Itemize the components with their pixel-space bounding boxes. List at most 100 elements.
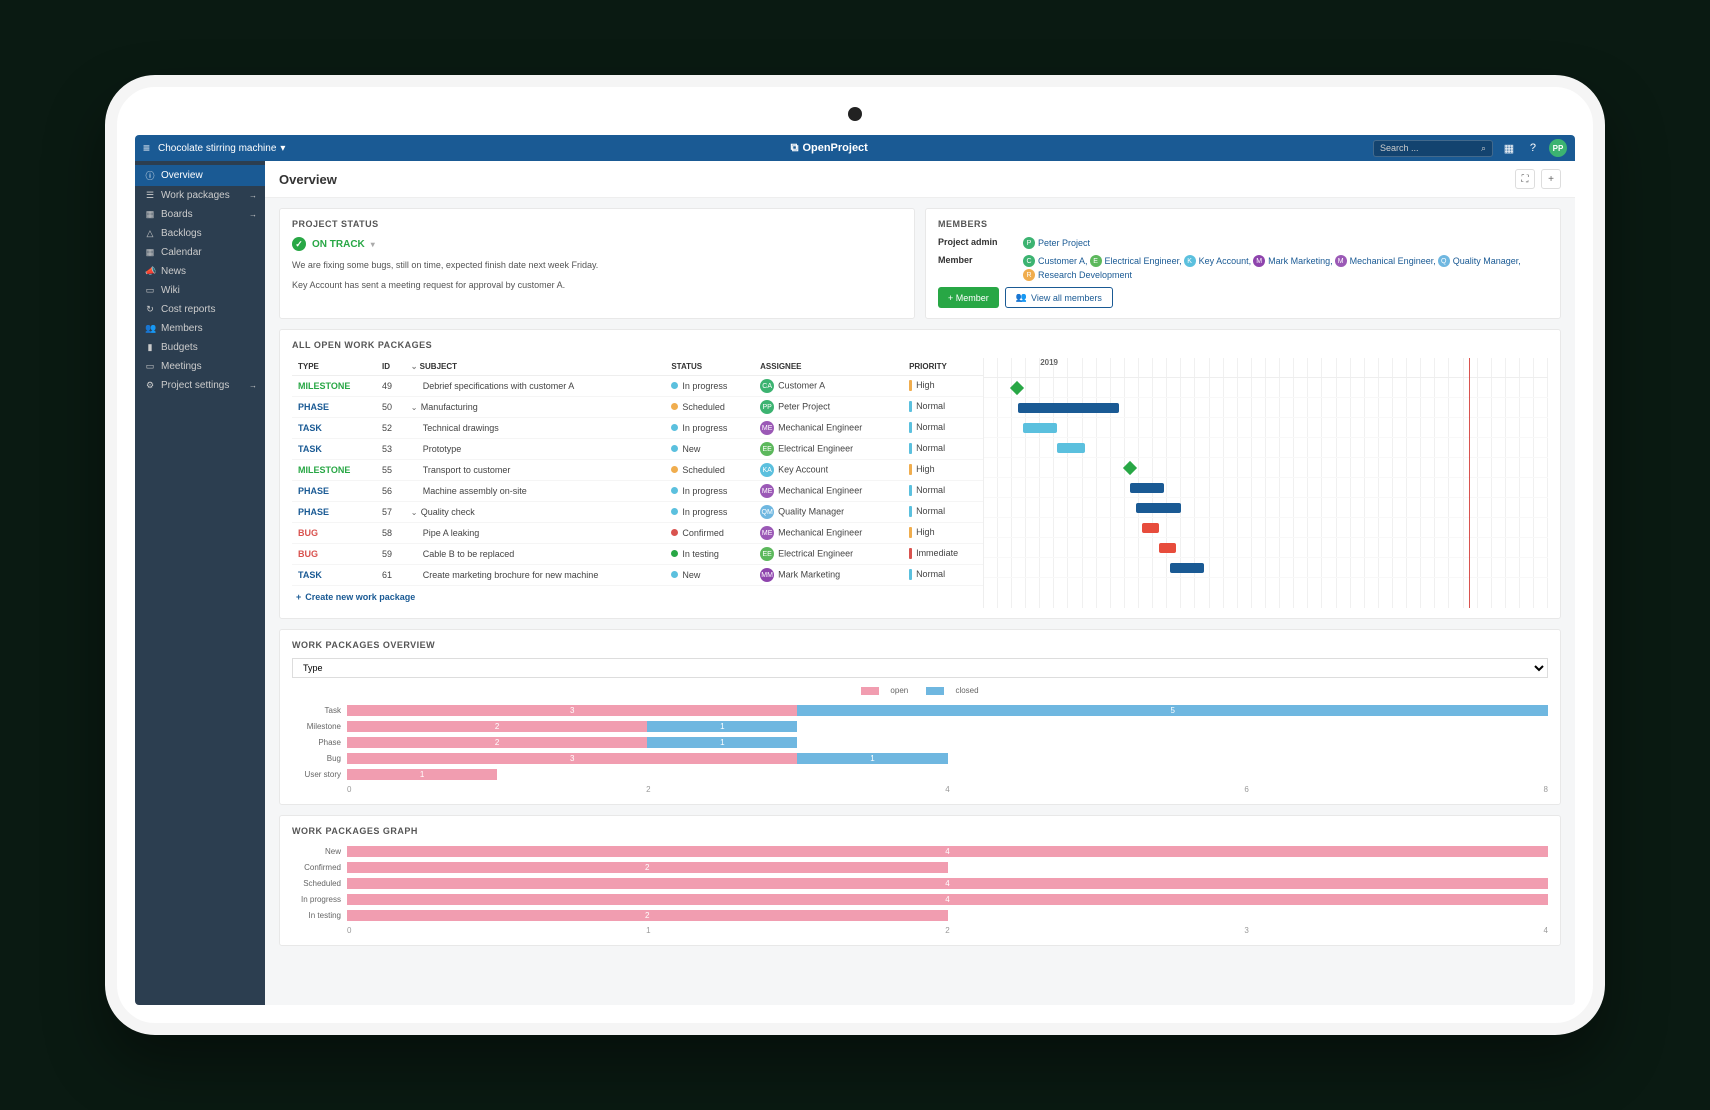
plus-icon: + [296,592,301,602]
avatar-icon: EE [760,442,774,456]
search-input[interactable]: Search ... ⌕ [1373,140,1493,157]
chart-bar: Scheduled 4 [292,876,1548,892]
table-row[interactable]: TASK 53 Prototype New EEElectrical Engin… [292,439,983,460]
view-members-button[interactable]: 👥 View all members [1005,287,1113,308]
project-status-widget: PROJECT STATUS ✓ ON TRACK ▾ We are fixin… [279,208,915,319]
project-name: Chocolate stirring machine [158,143,276,154]
nav-icon: ▭ [145,361,155,372]
chart-bar: Task 3 5 [292,703,1548,719]
sidebar-item-overview[interactable]: ⓘOverview [135,165,265,186]
search-icon: ⌕ [1481,143,1486,154]
avatar-icon: MM [760,568,774,582]
member-link[interactable]: KKey Account, [1184,255,1252,267]
nav-icon: △ [145,228,155,239]
chevron-down-icon[interactable]: ⌄ [411,403,421,412]
add-widget-button[interactable]: + [1541,169,1561,189]
avatar-icon: QM [760,505,774,519]
check-icon: ✓ [292,237,306,251]
sidebar: ⓘOverview☰Work packages→▦Boards→△Backlog… [135,161,265,1005]
nav-icon: 👥 [145,323,155,334]
table-row[interactable]: TASK 52 Technical drawings In progress M… [292,418,983,439]
sidebar-item-budgets[interactable]: ▮Budgets [135,338,265,357]
brand-logo: ⧉OpenProject [791,142,868,155]
sidebar-item-cost-reports[interactable]: ↻Cost reports [135,300,265,319]
avatar-icon: EE [760,547,774,561]
user-avatar[interactable]: PP [1549,139,1567,157]
arrow-icon: → [249,210,257,219]
avatar-icon: ME [760,484,774,498]
member-link[interactable]: EElectrical Engineer, [1090,255,1182,267]
member-link[interactable]: CCustomer A, [1023,255,1088,267]
member-link[interactable]: MMechanical Engineer, [1335,255,1436,267]
sidebar-item-project-settings[interactable]: ⚙Project settings→ [135,376,265,395]
member-link[interactable]: QQuality Manager, [1438,255,1521,267]
nav-icon: ⓘ [145,169,155,182]
menu-icon[interactable]: ≡ [143,141,150,155]
sidebar-item-members[interactable]: 👥Members [135,319,265,338]
arrow-icon: → [249,191,257,200]
sidebar-item-calendar[interactable]: ▦Calendar [135,243,265,262]
users-icon: 👥 [1016,292,1027,303]
sidebar-item-boards[interactable]: ▦Boards→ [135,205,265,224]
nav-icon: ⚙ [145,380,155,391]
nav-icon: 📣 [145,266,155,277]
gantt-chart[interactable]: 2019 [983,358,1548,608]
sidebar-item-news[interactable]: 📣News [135,262,265,281]
member-link[interactable]: P Peter Project [1023,237,1090,249]
avatar-icon: PP [760,400,774,414]
add-member-button[interactable]: + Member [938,287,999,308]
sidebar-item-wiki[interactable]: ▭Wiki [135,281,265,300]
avatar-icon: ME [760,421,774,435]
chart-bar: In testing 2 [292,908,1548,924]
avatar-icon: M [1335,255,1347,267]
sidebar-item-work-packages[interactable]: ☰Work packages→ [135,186,265,205]
apps-icon[interactable]: ▦ [1501,140,1517,156]
nav-icon: ☰ [145,190,155,201]
avatar-icon: Q [1438,255,1450,267]
chart-bar: In progress 4 [292,892,1548,908]
arrow-icon: → [249,381,257,390]
status-badge[interactable]: ✓ ON TRACK ▾ [292,237,375,251]
chart-bar: Bug 3 1 [292,751,1548,767]
avatar-icon: M [1253,255,1265,267]
nav-icon: ▦ [145,247,155,258]
chevron-down-icon: ▾ [371,240,375,249]
members-widget: MEMBERS Project admin P Peter Project [925,208,1561,319]
table-row[interactable]: BUG 58 Pipe A leaking Confirmed MEMechan… [292,523,983,544]
create-work-package-link[interactable]: + Create new work package [292,586,419,608]
help-icon[interactable]: ? [1525,140,1541,156]
member-link[interactable]: RResearch Development [1023,269,1132,281]
avatar-icon: R [1023,269,1035,281]
table-row[interactable]: TASK 61 Create marketing brochure for ne… [292,565,983,586]
table-row[interactable]: MILESTONE 55 Transport to customer Sched… [292,460,983,481]
nav-icon: ▦ [145,209,155,220]
avatar-icon: C [1023,255,1035,267]
chart-bar: New 4 [292,844,1548,860]
chart-bar: Confirmed 2 [292,860,1548,876]
page-title: Overview [279,172,337,187]
table-row[interactable]: BUG 59 Cable B to be replaced In testing… [292,544,983,565]
table-row[interactable]: PHASE 57 ⌄Quality check In progress QMQu… [292,502,983,523]
table-row[interactable]: PHASE 50 ⌄Manufacturing Scheduled PPPete… [292,397,983,418]
project-selector[interactable]: Chocolate stirring machine ▾ [158,143,285,154]
sidebar-item-meetings[interactable]: ▭Meetings [135,357,265,376]
overview-type-select[interactable]: Type [292,658,1548,678]
nav-icon: ▭ [145,285,155,296]
chart-bar: User story 1 [292,767,1548,783]
avatar-icon: P [1023,237,1035,249]
avatar-icon: CA [760,379,774,393]
chart-bar: Milestone 2 1 [292,719,1548,735]
avatar-icon: KA [760,463,774,477]
wp-overview-widget: WORK PACKAGES OVERVIEW Type open closed … [279,629,1561,805]
chevron-down-icon[interactable]: ⌄ [411,508,421,517]
avatar-icon: E [1090,255,1102,267]
chart-bar: Phase 2 1 [292,735,1548,751]
sidebar-item-backlogs[interactable]: △Backlogs [135,224,265,243]
table-row[interactable]: PHASE 56 Machine assembly on-site In pro… [292,481,983,502]
member-link[interactable]: MMark Marketing, [1253,255,1333,267]
avatar-icon: K [1184,255,1196,267]
fullscreen-button[interactable]: ⛶ [1515,169,1535,189]
table-row[interactable]: MILESTONE 49 Debrief specifications with… [292,376,983,397]
chevron-down-icon: ▾ [280,143,285,154]
avatar-icon: ME [760,526,774,540]
